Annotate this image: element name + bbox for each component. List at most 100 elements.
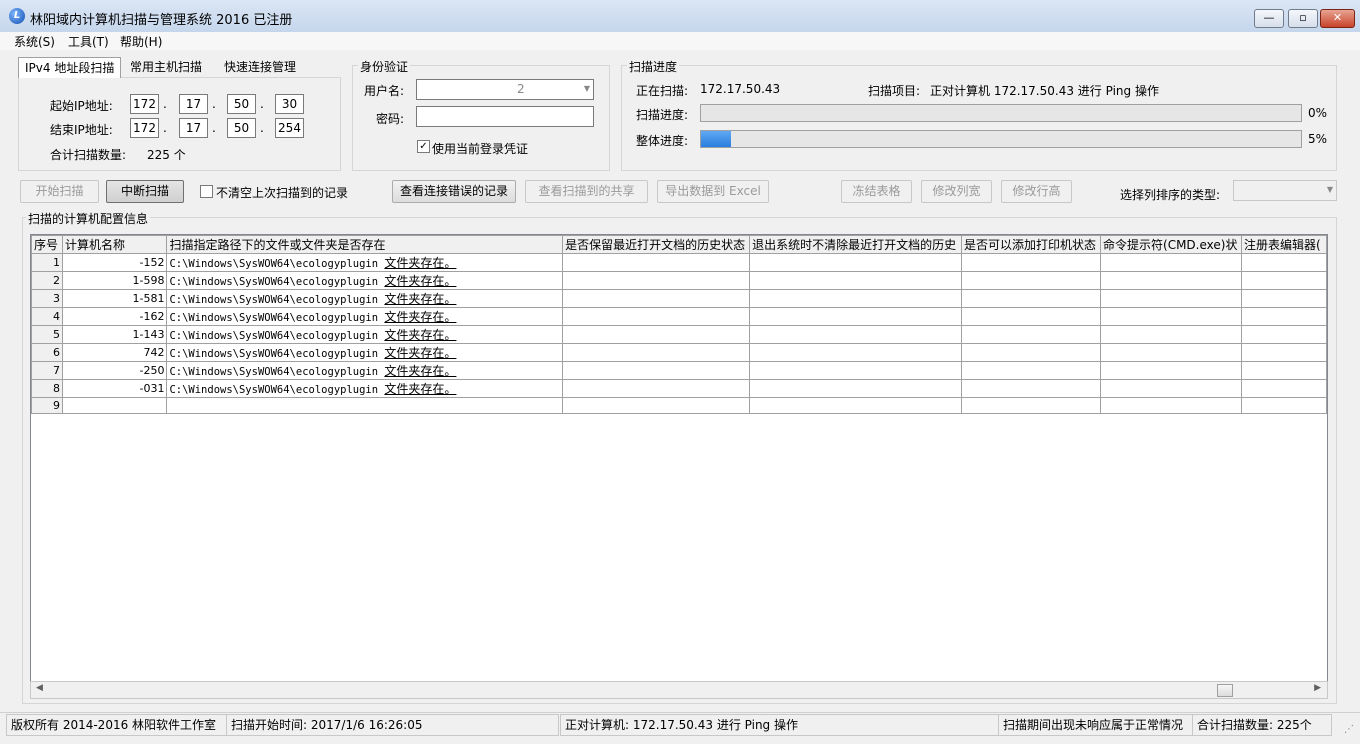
sort-type-select[interactable]: ▼ xyxy=(1233,180,1337,201)
grid-cell[interactable] xyxy=(562,253,751,272)
grid-cell[interactable] xyxy=(1240,379,1327,398)
view-shares-button[interactable]: 查看扫描到的共享 xyxy=(525,180,648,203)
username-combo[interactable]: 2 ▼ xyxy=(416,79,594,100)
table-row[interactable]: 9 xyxy=(31,397,1327,414)
table-row[interactable]: 7 -250 C:\Windows\SysWOW64\ecologyplugin 文… xyxy=(31,361,1327,380)
column-header[interactable]: 扫描指定路径下的文件或文件夹是否存在 xyxy=(166,235,564,254)
start-ip-octet-2[interactable]: 17 xyxy=(179,94,208,114)
grid-cell[interactable] xyxy=(749,397,963,414)
computer-name-cell[interactable]: 1-143 xyxy=(61,325,168,344)
grid-cell[interactable] xyxy=(1100,343,1242,362)
horizontal-scrollbar[interactable]: ◀ ▶ xyxy=(30,681,1328,699)
grid-cell[interactable] xyxy=(1100,307,1242,326)
export-excel-button[interactable]: 导出数据到 Excel xyxy=(657,180,769,203)
grid-cell[interactable] xyxy=(1240,253,1327,272)
maximize-button[interactable]: ▫ xyxy=(1288,9,1318,28)
path-exists-cell[interactable]: C:\Windows\SysWOW64\ecologyplugin 文件夹存在。 xyxy=(166,343,564,362)
scroll-left-icon[interactable]: ◀ xyxy=(36,683,43,693)
grid-cell[interactable] xyxy=(562,307,751,326)
menu-tools[interactable]: 工具(T) xyxy=(68,33,109,50)
grid-cell[interactable] xyxy=(1100,379,1242,398)
tab-quick-connect[interactable]: 快速连接管理 xyxy=(218,57,302,77)
path-exists-cell[interactable]: C:\Windows\SysWOW64\ecologyplugin 文件夹存在。 xyxy=(166,307,564,326)
grid-cell[interactable] xyxy=(749,253,963,272)
computer-name-cell[interactable]: -152 xyxy=(61,253,168,272)
grid-cell[interactable] xyxy=(1100,361,1242,380)
column-header[interactable]: 命令提示符(CMD.exe)状 xyxy=(1100,235,1242,254)
grid-cell[interactable] xyxy=(1240,325,1327,344)
computer-name-cell[interactable]: 1-598 xyxy=(61,271,168,290)
start-scan-button[interactable]: 开始扫描 xyxy=(20,180,99,203)
grid-cell[interactable] xyxy=(749,307,963,326)
grid-cell[interactable] xyxy=(562,379,751,398)
end-ip-octet-3[interactable]: 50 xyxy=(227,118,256,138)
grid-cell[interactable] xyxy=(1240,307,1327,326)
grid-cell[interactable] xyxy=(562,343,751,362)
path-exists-cell[interactable]: C:\Windows\SysWOW64\ecologyplugin 文件夹存在。 xyxy=(166,361,564,380)
path-exists-cell[interactable]: C:\Windows\SysWOW64\ecologyplugin 文件夹存在。 xyxy=(166,253,564,272)
column-header[interactable]: 序号 xyxy=(31,235,63,254)
data-grid[interactable]: 序号 计算机名称 扫描指定路径下的文件或文件夹是否存在 是否保留最近打开文档的历… xyxy=(30,234,1328,686)
table-row[interactable]: 1 -152 C:\Windows\SysWOW64\ecologyplugin 文… xyxy=(31,253,1327,272)
end-ip-octet-4[interactable]: 254 xyxy=(275,118,304,138)
end-ip-octet-2[interactable]: 17 xyxy=(179,118,208,138)
column-header[interactable]: 是否可以添加打印机状态 xyxy=(961,235,1102,254)
computer-name-cell[interactable] xyxy=(61,397,168,414)
tab-ipv4-scan[interactable]: IPv4 地址段扫描 xyxy=(18,57,122,78)
no-clear-checkbox[interactable] xyxy=(200,185,213,198)
grid-cell[interactable] xyxy=(961,397,1102,414)
path-exists-cell[interactable]: C:\Windows\SysWOW64\ecologyplugin 文件夹存在。 xyxy=(166,289,564,308)
computer-name-cell[interactable]: -162 xyxy=(61,307,168,326)
scroll-thumb[interactable] xyxy=(1217,684,1233,697)
grid-cell[interactable] xyxy=(749,271,963,290)
table-row[interactable]: 4 -162 C:\Windows\SysWOW64\ecologyplugin 文… xyxy=(31,307,1327,326)
table-row[interactable]: 5 1-143 C:\Windows\SysWOW64\ecologyplugin … xyxy=(31,325,1327,344)
grid-cell[interactable] xyxy=(749,343,963,362)
table-row[interactable]: 8 -031 C:\Windows\SysWOW64\ecologyplugin 文… xyxy=(31,379,1327,398)
grid-cell[interactable] xyxy=(961,361,1102,380)
grid-cell[interactable] xyxy=(749,379,963,398)
tab-common-hosts[interactable]: 常用主机扫描 xyxy=(124,57,208,77)
table-row[interactable]: 3 1-581 C:\Windows\SysWOW64\ecologyplugin … xyxy=(31,289,1327,308)
column-header[interactable]: 退出系统时不清除最近打开文档的历史 xyxy=(749,235,963,254)
grid-cell[interactable] xyxy=(562,289,751,308)
scroll-right-icon[interactable]: ▶ xyxy=(1314,683,1321,693)
grid-cell[interactable] xyxy=(961,253,1102,272)
grid-cell[interactable] xyxy=(1240,343,1327,362)
grid-cell[interactable] xyxy=(749,289,963,308)
grid-cell[interactable] xyxy=(1240,289,1327,308)
freeze-table-button[interactable]: 冻结表格 xyxy=(841,180,912,203)
computer-name-cell[interactable]: -250 xyxy=(61,361,168,380)
start-ip-octet-4[interactable]: 30 xyxy=(275,94,304,114)
end-ip-octet-1[interactable]: 172 xyxy=(130,118,159,138)
start-ip-octet-3[interactable]: 50 xyxy=(227,94,256,114)
grid-cell[interactable] xyxy=(961,307,1102,326)
minimize-button[interactable]: — xyxy=(1254,9,1284,28)
menu-system[interactable]: 系统(S) xyxy=(14,33,55,50)
path-exists-cell[interactable] xyxy=(166,397,564,414)
resize-grip-icon[interactable]: ⋰ xyxy=(1344,724,1354,735)
grid-cell[interactable] xyxy=(1240,271,1327,290)
grid-cell[interactable] xyxy=(1100,289,1242,308)
menu-help[interactable]: 帮助(H) xyxy=(120,33,162,50)
grid-cell[interactable] xyxy=(749,361,963,380)
password-field[interactable] xyxy=(416,106,594,127)
row-height-button[interactable]: 修改行高 xyxy=(1001,180,1072,203)
column-width-button[interactable]: 修改列宽 xyxy=(921,180,992,203)
grid-cell[interactable] xyxy=(961,343,1102,362)
grid-cell[interactable] xyxy=(562,361,751,380)
column-header[interactable]: 注册表编辑器( xyxy=(1240,235,1327,254)
grid-cell[interactable] xyxy=(1100,253,1242,272)
computer-name-cell[interactable]: -031 xyxy=(61,379,168,398)
grid-cell[interactable] xyxy=(961,325,1102,344)
grid-cell[interactable] xyxy=(1240,397,1327,414)
table-row[interactable]: 2 1-598 C:\Windows\SysWOW64\ecologyplugin … xyxy=(31,271,1327,290)
view-errors-button[interactable]: 查看连接错误的记录 xyxy=(392,180,516,203)
use-current-credential-checkbox[interactable]: ✓ xyxy=(417,140,430,153)
grid-cell[interactable] xyxy=(1100,325,1242,344)
grid-cell[interactable] xyxy=(961,271,1102,290)
grid-cell[interactable] xyxy=(562,271,751,290)
grid-cell[interactable] xyxy=(1100,271,1242,290)
grid-cell[interactable] xyxy=(961,379,1102,398)
column-header[interactable]: 计算机名称 xyxy=(61,235,168,254)
